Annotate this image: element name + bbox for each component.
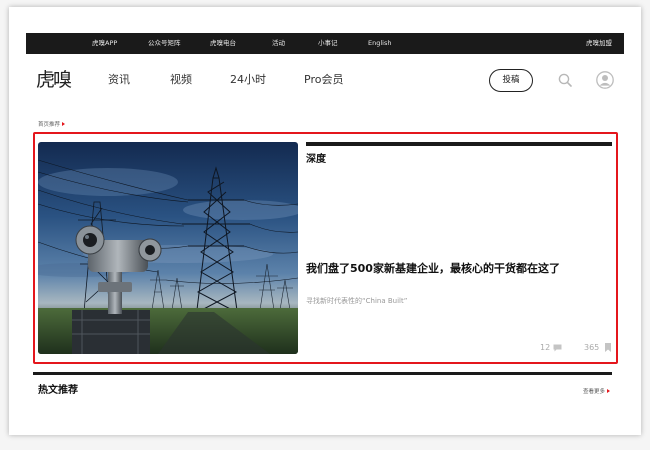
article-summary: 寻找新时代表性的“China Built”: [306, 297, 408, 305]
top-nav-item-wechat-matrix[interactable]: 公众号矩阵: [148, 33, 181, 54]
comment-count: 12: [540, 343, 551, 352]
article-cover-image[interactable]: [38, 142, 298, 354]
arrow-right-icon: [62, 122, 66, 126]
top-nav-item-app[interactable]: 虎嗅APP: [92, 33, 117, 54]
hot-section-rule: [33, 372, 612, 375]
nav-item-pro[interactable]: Pro会员: [304, 73, 343, 87]
featured-article[interactable]: 深度 我们盘了500家新基建企业，最核心的干货都在这了 寻找新时代表性的“Chi…: [33, 132, 618, 364]
top-nav-item-english[interactable]: English: [368, 33, 391, 54]
top-nav-item-events[interactable]: 活动: [272, 33, 285, 54]
section-label: 首页推荐: [38, 121, 66, 129]
site-logo[interactable]: 虎嗅: [36, 67, 72, 93]
submit-article-button[interactable]: 投稿: [489, 69, 533, 92]
view-more-link[interactable]: 查看更多: [583, 388, 610, 396]
cover-photo: [38, 142, 298, 354]
article-category[interactable]: 深度: [306, 153, 326, 166]
arrow-right-icon[interactable]: [607, 389, 610, 393]
page-card: 虎嗅APP 公众号矩阵 虎嗅电台 活动 小事记 English 虎嗅加盟 虎嗅 …: [9, 7, 641, 435]
view-more-label[interactable]: 查看更多: [583, 389, 605, 395]
top-bar: 虎嗅APP 公众号矩阵 虎嗅电台 活动 小事记 English 虎嗅加盟: [26, 33, 624, 54]
featured-top-rule: [306, 142, 612, 146]
nav-item-video[interactable]: 视频: [170, 73, 192, 87]
search-icon[interactable]: [558, 73, 572, 87]
top-nav-item-radio[interactable]: 虎嗅电台: [210, 33, 236, 54]
comment-icon: [553, 344, 562, 352]
nav-item-24h[interactable]: 24小时: [230, 73, 266, 87]
bookmark-icon: [605, 343, 611, 352]
article-title[interactable]: 我们盘了500家新基建企业，最核心的干货都在这了: [306, 262, 612, 276]
top-nav-item-join[interactable]: 虎嗅加盟: [586, 33, 612, 54]
section-label-text: 首页推荐: [38, 122, 61, 128]
favorite-count: 365: [584, 343, 600, 352]
user-avatar-icon[interactable]: [596, 71, 614, 89]
nav-item-news[interactable]: 资讯: [108, 73, 130, 87]
top-nav-item-chronicle[interactable]: 小事记: [318, 33, 338, 54]
hot-articles-title: 热文推荐: [38, 385, 78, 396]
